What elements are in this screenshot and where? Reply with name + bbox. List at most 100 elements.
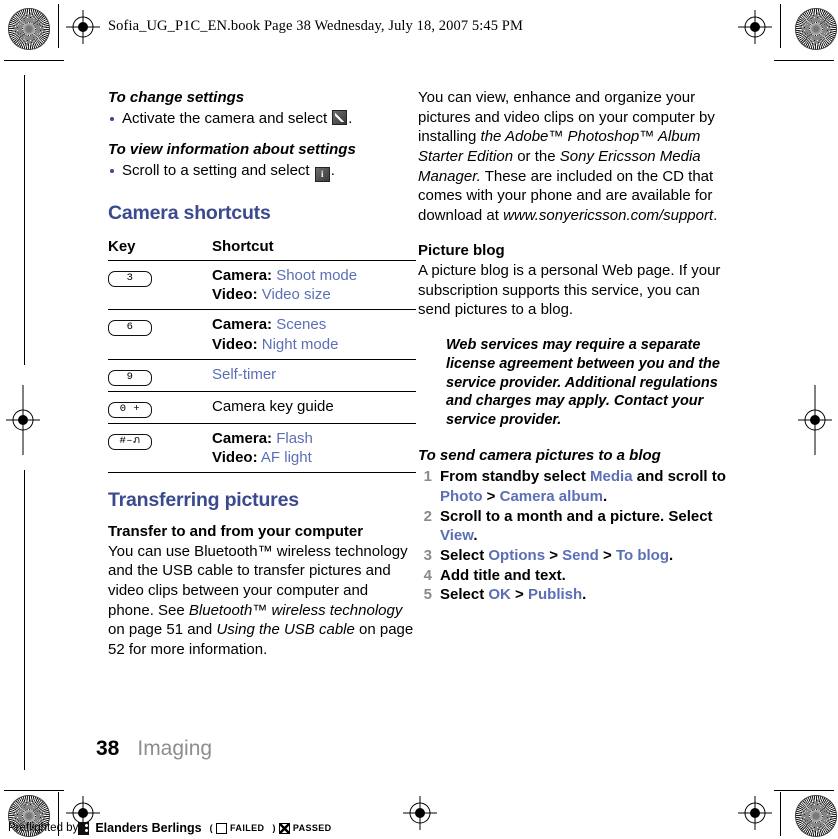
list-item: 4 Add title and text. bbox=[418, 566, 726, 586]
intro-text-4: . bbox=[713, 206, 718, 224]
key-cell: #–ภ bbox=[108, 423, 212, 474]
intro-text-2: or the bbox=[513, 147, 560, 165]
step-part: . bbox=[582, 586, 587, 604]
step-link-camera-album: Camera album bbox=[499, 487, 603, 505]
step-link-photo: Photo bbox=[440, 487, 483, 505]
step-part: . bbox=[602, 487, 608, 505]
note-text: Web services may require a separate lice… bbox=[446, 336, 720, 429]
column-header-shortcut: Shortcut bbox=[212, 235, 416, 262]
list-item: 2 Scroll to a month and a picture. Selec… bbox=[418, 507, 726, 546]
shortcut-label: Video: bbox=[212, 286, 258, 304]
heading-transfer-to-from-computer: Transfer to and from your computer bbox=[108, 523, 364, 541]
step-text: Scroll to a month and a picture. Select … bbox=[440, 508, 713, 545]
heading-picture-blog: Picture blog bbox=[418, 242, 505, 260]
key-cell: 3 bbox=[108, 260, 212, 311]
list-item: Activate the camera and select . bbox=[108, 109, 416, 129]
preflight-text: Preflighted by bbox=[8, 822, 79, 834]
shortcut-value: Self-timer bbox=[212, 365, 277, 383]
picture-blog-paragraph: A picture blog is a personal Web page. I… bbox=[418, 261, 721, 319]
shortcut-value: Night mode bbox=[261, 335, 339, 353]
intro-italic-3: www.sonyericsson.com/support bbox=[503, 206, 714, 224]
step-link-to-blog: To blog bbox=[615, 546, 669, 564]
shortcut-cell: Camera: Scenes Video: Night mode bbox=[212, 309, 416, 360]
note-callout: Web services may require a separate lice… bbox=[418, 336, 726, 430]
step-part: Select bbox=[440, 546, 489, 564]
shortcut-cell: Camera: Flash Video: AF light bbox=[212, 423, 416, 474]
shortcut-label: Camera: bbox=[212, 429, 273, 447]
change-settings-period: . bbox=[348, 110, 353, 128]
shortcut-value: Scenes bbox=[276, 316, 327, 334]
preflight-open-paren: ( bbox=[209, 823, 214, 833]
table-row: 0 + Camera key guide bbox=[108, 391, 416, 424]
step-part: Scroll to a month and a picture. Select bbox=[440, 507, 713, 525]
step-part: Select bbox=[440, 586, 489, 604]
step-text: From standby select Media and scroll to … bbox=[440, 468, 726, 505]
step-number: 1 bbox=[423, 468, 432, 486]
view-info-list: Scroll to a setting and select i. bbox=[108, 161, 416, 183]
step-link-ok: OK bbox=[488, 586, 511, 604]
step-text: Add title and text. bbox=[440, 566, 566, 584]
table-header-row: Key Shortcut bbox=[108, 235, 416, 262]
change-settings-text: Activate the camera and select bbox=[122, 110, 332, 128]
failed-checkbox bbox=[216, 822, 228, 834]
intro-paragraph: You can view, enhance and organize your … bbox=[418, 88, 726, 225]
keycap-0-plus: 0 + bbox=[108, 401, 152, 418]
transfer-text-2: on page 51 and bbox=[108, 621, 217, 639]
shortcut-cell: Self-timer bbox=[212, 359, 416, 392]
step-link-media: Media bbox=[590, 468, 633, 486]
shortcut-label: Video: bbox=[212, 448, 258, 466]
preflight-brand: Elanders Berlings bbox=[95, 821, 202, 835]
key-cell: 0 + bbox=[108, 391, 212, 424]
view-info-text: Scroll to a setting and select bbox=[122, 162, 314, 180]
page-number: 38 bbox=[96, 737, 120, 760]
shortcut-value: Flash bbox=[276, 429, 313, 447]
info-icon: i bbox=[314, 167, 330, 183]
keycap-6: 6 bbox=[108, 320, 152, 337]
chapter-name: Imaging bbox=[137, 737, 213, 760]
heading-to-change-settings: To change settings bbox=[108, 89, 245, 106]
list-item: 5 Select OK > Publish. bbox=[418, 585, 726, 605]
transfer-paragraph: You can use Bluetooth™ wireless technolo… bbox=[108, 542, 416, 660]
shortcut-value: Shoot mode bbox=[276, 267, 358, 285]
step-text: Select OK > Publish. bbox=[440, 586, 586, 603]
table-row: 6 Camera: Scenes Video: Night mode bbox=[108, 309, 416, 360]
page-footer: 38 Imaging bbox=[96, 737, 212, 761]
shortcut-value: AF light bbox=[260, 448, 312, 466]
step-part: > bbox=[598, 546, 616, 564]
preflight-failed-label: FAILED bbox=[230, 823, 265, 833]
heading-to-send-camera-pictures: To send camera pictures to a blog bbox=[418, 447, 661, 465]
step-text: Select Options > Send > To blog. bbox=[440, 547, 673, 564]
shortcut-cell: Camera: Shoot mode Video: Video size bbox=[212, 260, 416, 311]
table-row: 9 Self-timer bbox=[108, 359, 416, 392]
left-column: To change settings Activate the camera a… bbox=[108, 88, 416, 659]
step-link-publish: Publish bbox=[527, 586, 583, 604]
heading-camera-shortcuts: Camera shortcuts bbox=[108, 202, 271, 225]
shortcut-label: Video: bbox=[212, 335, 258, 353]
key-cell: 9 bbox=[108, 359, 212, 392]
heading-transferring-pictures: Transferring pictures bbox=[108, 489, 299, 512]
column-header-key: Key bbox=[108, 235, 212, 262]
step-number: 3 bbox=[423, 546, 432, 564]
settings-wrench-icon bbox=[332, 110, 348, 126]
step-part: > bbox=[482, 487, 500, 505]
send-blog-steps: 1 From standby select Media and scroll t… bbox=[418, 467, 726, 604]
camera-shortcuts-table: Key Shortcut 3 Camera: Shoot mode Video:… bbox=[108, 235, 416, 474]
right-column: You can view, enhance and organize your … bbox=[418, 88, 726, 605]
table-row: 3 Camera: Shoot mode Video: Video size bbox=[108, 260, 416, 311]
heading-to-view-information: To view information about settings bbox=[108, 140, 356, 158]
key-cell: 6 bbox=[108, 309, 212, 360]
list-item: 1 From standby select Media and scroll t… bbox=[418, 467, 726, 506]
table-row: #–ภ Camera: Flash Video: AF light bbox=[108, 423, 416, 474]
elanders-logo-icon bbox=[78, 821, 90, 835]
step-number: 2 bbox=[423, 507, 432, 525]
keycap-3: 3 bbox=[108, 271, 152, 288]
shortcuts-table-body: 3 Camera: Shoot mode Video: Video size 6… bbox=[108, 260, 416, 474]
preflight-bar: Preflighted by Elanders Berlings ( FAILE… bbox=[8, 821, 332, 835]
step-link-options: Options bbox=[488, 546, 546, 564]
page-content: To change settings Activate the camera a… bbox=[0, 0, 838, 839]
step-part: From standby select bbox=[440, 468, 591, 486]
shortcut-cell: Camera key guide bbox=[212, 391, 416, 424]
step-number: 5 bbox=[423, 586, 432, 604]
step-part: and scroll to bbox=[632, 468, 726, 486]
preflight-close-paren: ) bbox=[272, 823, 276, 833]
